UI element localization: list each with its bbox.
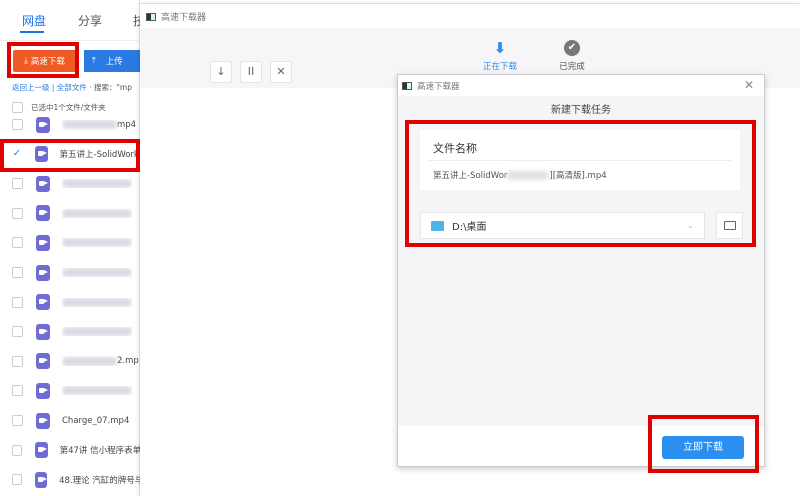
breadcrumb: 返回上一级 | 全部文件 · 搜索："mp xyxy=(12,83,132,92)
file-name: Charge_07.mp4 xyxy=(62,416,129,426)
file-checkbox[interactable] xyxy=(12,237,23,249)
video-file-icon xyxy=(34,471,48,488)
video-file-icon xyxy=(36,382,50,399)
file-name-text: 第47讲 信小程序表单组 xyxy=(59,446,141,457)
file-row[interactable] xyxy=(0,376,140,405)
file-row[interactable] xyxy=(0,169,140,198)
redacted xyxy=(62,268,132,277)
file-checkbox[interactable] xyxy=(12,474,22,486)
file-checkbox[interactable] xyxy=(12,355,23,367)
app-icon xyxy=(402,81,412,90)
file-checkbox[interactable] xyxy=(12,326,23,338)
upload-label: 上传 xyxy=(105,57,123,67)
redacted xyxy=(62,179,132,189)
close-icon[interactable]: ✕ xyxy=(744,78,754,92)
tab-downloading-label: 正在下载 xyxy=(482,62,517,72)
file-name xyxy=(62,179,132,189)
file-row[interactable] xyxy=(0,288,140,317)
tab-downloading[interactable]: ⬇ 正在下载 xyxy=(480,40,520,72)
cancel-button[interactable]: ✕ xyxy=(270,61,292,83)
video-file-icon xyxy=(36,294,50,311)
file-row[interactable] xyxy=(0,199,140,228)
file-checkbox[interactable] xyxy=(12,119,23,130)
file-checkbox[interactable] xyxy=(12,444,23,456)
file-name xyxy=(62,297,132,307)
redacted xyxy=(62,297,132,307)
file-row[interactable]: 48.理论 汽缸的牌号与选 xyxy=(0,465,140,494)
redacted xyxy=(62,386,132,396)
upload-icon: ⤒ xyxy=(92,56,96,66)
file-checkbox[interactable] xyxy=(12,296,23,308)
arrow-down-icon: ⬇ xyxy=(493,39,507,57)
redacted xyxy=(62,208,132,218)
file-checkbox[interactable] xyxy=(12,267,23,278)
breadcrumb-all[interactable]: 全部文件 xyxy=(57,83,87,92)
video-file-icon xyxy=(36,264,50,281)
highlight-selected-file xyxy=(0,139,140,172)
file-name: 48.理论 汽缸的牌号与选 xyxy=(59,474,140,486)
dialog-titlebar: 高速下载器 xyxy=(398,75,764,96)
file-name xyxy=(62,268,132,277)
file-row[interactable]: 2.mp xyxy=(0,347,140,376)
file-name: mp4 xyxy=(62,120,136,130)
redacted xyxy=(62,238,132,248)
dialog-heading: 新建下载任务 xyxy=(551,105,611,116)
redacted xyxy=(62,120,117,129)
file-row[interactable] xyxy=(0,258,140,287)
dialog-title: 高速下载器 xyxy=(417,81,460,92)
file-name-text: mp4 xyxy=(117,119,137,130)
redacted xyxy=(62,327,132,337)
start-button[interactable]: ↓ xyxy=(210,61,232,83)
video-file-icon xyxy=(36,205,50,222)
file-name xyxy=(62,208,132,218)
divider xyxy=(0,40,140,41)
highlight-download-now xyxy=(648,415,759,473)
highlight-file-info xyxy=(405,120,756,247)
file-name xyxy=(62,327,132,337)
video-file-icon xyxy=(36,116,50,133)
window-title: 高速下载器 xyxy=(161,13,207,23)
app-icon xyxy=(146,12,156,21)
upload-button[interactable]: ⤒ 上传 xyxy=(84,50,140,72)
tab-completed[interactable]: ✔ 已完成 xyxy=(552,40,592,72)
breadcrumb-search: 搜索："mp xyxy=(93,83,132,92)
file-name xyxy=(62,386,132,396)
video-file-icon xyxy=(36,234,50,251)
file-row[interactable] xyxy=(0,228,140,257)
window-titlebar: 高速下载器 xyxy=(146,10,206,23)
video-file-icon xyxy=(36,323,50,340)
file-name xyxy=(62,238,132,248)
file-checkbox[interactable] xyxy=(12,207,23,219)
file-name: 2.mp xyxy=(62,356,139,366)
tab-share[interactable]: 分享 xyxy=(78,12,102,29)
file-name: 第47讲 信小程序表单组 xyxy=(60,444,140,456)
file-name-text: 48.理论 汽缸的牌号与选 xyxy=(59,475,140,486)
video-file-icon xyxy=(36,412,50,429)
check-circle-icon: ✔ xyxy=(564,40,580,56)
active-tab-indicator xyxy=(20,31,44,33)
file-row[interactable]: 第47讲 信小程序表单组 xyxy=(0,436,140,465)
file-name-text: Charge_07.mp4 xyxy=(62,415,130,426)
redacted xyxy=(62,356,117,366)
video-file-icon xyxy=(36,353,50,370)
pause-button[interactable]: II xyxy=(240,61,262,83)
file-row[interactable] xyxy=(0,317,140,346)
file-checkbox[interactable] xyxy=(12,415,23,426)
file-checkbox[interactable] xyxy=(12,385,23,397)
video-file-icon xyxy=(36,175,50,192)
file-checkbox[interactable] xyxy=(12,178,23,190)
file-row[interactable]: Charge_07.mp4 xyxy=(0,406,140,435)
file-name-text: 2.mp xyxy=(117,356,139,367)
tab-completed-label: 已完成 xyxy=(559,62,585,72)
tab-netdisk[interactable]: 网盘 xyxy=(22,12,46,29)
highlight-download-button xyxy=(7,42,79,78)
file-row[interactable]: mp4 xyxy=(0,110,140,139)
breadcrumb-back[interactable]: 返回上一级 xyxy=(12,83,50,92)
video-file-icon xyxy=(35,442,48,459)
